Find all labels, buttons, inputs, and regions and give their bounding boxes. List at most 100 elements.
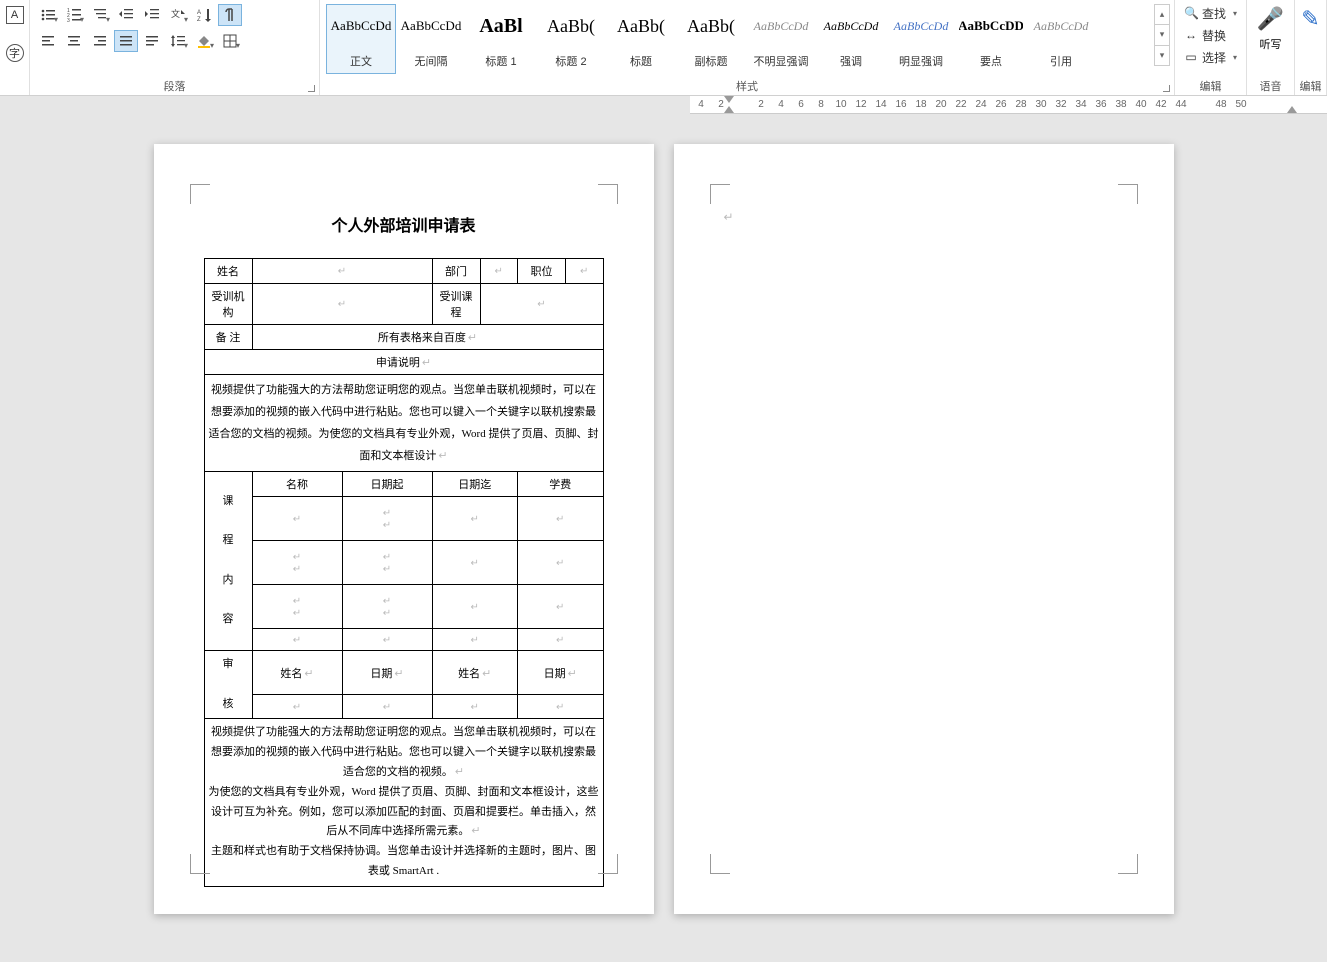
style-item[interactable]: AaBb(副标题 — [676, 4, 746, 74]
find-button[interactable]: 🔍查找 — [1181, 2, 1240, 24]
multilevel-list-button[interactable] — [88, 4, 112, 26]
first-line-indent-icon[interactable] — [724, 96, 734, 103]
ruler-tick: 42 — [1154, 99, 1168, 110]
table-row: ↵↵↵↵ — [204, 695, 603, 719]
review-label: 审核 — [223, 658, 234, 710]
borders-button[interactable] — [218, 30, 242, 52]
page-1[interactable]: 个人外部培训申请表 姓名 ↵ 部门 ↵ 职位 ↵ 受训机构 ↵ 受训课程 ↵ — [154, 144, 654, 914]
doc-title: 个人外部培训申请表 — [204, 212, 604, 236]
numbering-button[interactable]: 123 — [62, 4, 86, 26]
style-item[interactable]: AaBbCcDd明显强调 — [886, 4, 956, 74]
editor-icon[interactable]: ✎ — [1301, 6, 1320, 32]
line-spacing-button[interactable] — [166, 30, 190, 52]
align-distribute-button[interactable] — [140, 30, 164, 52]
table-row: ↵↵↵↵ — [204, 629, 603, 651]
shading-button[interactable] — [192, 30, 216, 52]
table-row: 受训机构 ↵ 受训课程 ↵ — [204, 284, 603, 325]
svg-text:3: 3 — [67, 18, 70, 23]
table-row: 姓名 ↵ 部门 ↵ 职位 ↵ — [204, 259, 603, 284]
ruler-tick: 50 — [1234, 99, 1248, 110]
style-item[interactable]: AaBbCcDd引用 — [1026, 4, 1096, 74]
decrease-indent-button[interactable] — [114, 4, 138, 26]
ruler-tick: 32 — [1054, 99, 1068, 110]
empty-paragraph: ↵ — [724, 210, 1124, 225]
style-item[interactable]: AaBbCcDd无间隔 — [396, 4, 466, 74]
ruler[interactable]: 4224681012141618202224262830323436384042… — [690, 96, 1327, 114]
table-row: ↵↵↵↵↵↵ — [204, 585, 603, 629]
ruler-tick: 16 — [894, 99, 908, 110]
style-expand-icon[interactable]: ▾ — [1155, 46, 1169, 65]
ruler-tick: 14 — [874, 99, 888, 110]
workspace[interactable]: 个人外部培训申请表 姓名 ↵ 部门 ↵ 职位 ↵ 受训机构 ↵ 受训课程 ↵ — [0, 114, 1327, 962]
svg-text:Z: Z — [197, 17, 201, 23]
svg-text:文: 文 — [171, 8, 180, 19]
ruler-tick: 38 — [1114, 99, 1128, 110]
table-row: ↵↵↵↵↵↵ — [204, 541, 603, 585]
style-gallery[interactable]: AaBbCcDd正文AaBbCcDd无间隔AaBl标题 1AaBb(标题 2Aa… — [326, 4, 1168, 74]
replace-button[interactable]: ↔替换 — [1181, 24, 1240, 46]
table-row: 审核 姓名↵ 日期↵ 姓名↵ 日期↵ — [204, 651, 603, 695]
ruler-tick: 20 — [934, 99, 948, 110]
svg-text:A: A — [197, 10, 201, 16]
sort-button[interactable]: AZ — [192, 4, 216, 26]
group-font-mini: A 字 — [0, 0, 30, 95]
paragraph-launcher-icon[interactable] — [306, 83, 316, 93]
bullets-button[interactable] — [36, 4, 60, 26]
hanging-indent-icon[interactable] — [724, 106, 734, 113]
styles-launcher-icon[interactable] — [1161, 83, 1171, 93]
dictate-label: 听写 — [1253, 36, 1288, 52]
ruler-tick: 26 — [994, 99, 1008, 110]
doc-table[interactable]: 姓名 ↵ 部门 ↵ 职位 ↵ 受训机构 ↵ 受训课程 ↵ 备 注 所有表格来自百… — [204, 258, 604, 887]
style-scroll-up-icon[interactable]: ▴ — [1155, 5, 1169, 25]
select-button[interactable]: ▭选择 — [1181, 46, 1240, 68]
ruler-tick: 4 — [774, 99, 788, 110]
style-item[interactable]: AaBb(标题 2 — [536, 4, 606, 74]
align-justify-button[interactable] — [114, 30, 138, 52]
style-scroll[interactable]: ▴ ▾ ▾ — [1154, 4, 1170, 66]
find-icon: 🔍 — [1184, 6, 1198, 20]
group-editor: ✎ 编辑 — [1295, 0, 1327, 95]
ruler-tick: 12 — [854, 99, 868, 110]
enclose-char-icon[interactable]: 字 — [6, 44, 24, 62]
right-indent-icon[interactable] — [1287, 106, 1297, 113]
paragraph-group-label: 段落 — [30, 78, 319, 94]
styles-group-label: 样式 — [320, 78, 1174, 94]
style-item[interactable]: AaBbCcDD要点 — [956, 4, 1026, 74]
style-item[interactable]: AaBbCcDd不明显强调 — [746, 4, 816, 74]
ruler-tick: 30 — [1034, 99, 1048, 110]
ruler-tick: 22 — [954, 99, 968, 110]
align-left-button[interactable] — [36, 30, 60, 52]
ruler-tick: 10 — [834, 99, 848, 110]
align-right-button[interactable] — [88, 30, 112, 52]
edit-group-label: 编辑 — [1175, 78, 1246, 94]
increase-indent-button[interactable] — [140, 4, 164, 26]
ruler-tick: 18 — [914, 99, 928, 110]
ruler-tick: 24 — [974, 99, 988, 110]
course-content-label: 课程内容 — [223, 495, 234, 626]
style-item[interactable]: AaBl标题 1 — [466, 4, 536, 74]
group-paragraph: 123 文 AZ 段落 — [30, 0, 320, 95]
group-voice: 🎤 听写 语音 — [1247, 0, 1295, 95]
ruler-tick: 6 — [794, 99, 808, 110]
group-edit: 🔍查找 ↔替换 ▭选择 编辑 — [1175, 0, 1247, 95]
align-center-button[interactable] — [62, 30, 86, 52]
select-icon: ▭ — [1184, 50, 1198, 64]
style-item[interactable]: AaBbCcDd正文 — [326, 4, 396, 74]
show-marks-button[interactable] — [218, 4, 242, 26]
replace-icon: ↔ — [1184, 28, 1198, 42]
group-styles: AaBbCcDd正文AaBbCcDd无间隔AaBl标题 1AaBb(标题 2Aa… — [320, 0, 1175, 95]
character-format-icon[interactable]: A — [6, 6, 24, 24]
ruler-tick: 36 — [1094, 99, 1108, 110]
ruler-tick: 40 — [1134, 99, 1148, 110]
voice-group-label: 语音 — [1247, 78, 1294, 94]
table-row: ↵↵↵↵↵ — [204, 497, 603, 541]
style-item[interactable]: AaBb(标题 — [606, 4, 676, 74]
page-2[interactable]: ↵ — [674, 144, 1174, 914]
table-row: 申请说明↵ — [204, 350, 603, 375]
ruler-tick: 28 — [1014, 99, 1028, 110]
text-direction-button[interactable]: 文 — [166, 4, 190, 26]
style-scroll-down-icon[interactable]: ▾ — [1155, 25, 1169, 45]
mic-icon[interactable]: 🎤 — [1253, 6, 1288, 32]
ruler-tick: 34 — [1074, 99, 1088, 110]
style-item[interactable]: AaBbCcDd强调 — [816, 4, 886, 74]
